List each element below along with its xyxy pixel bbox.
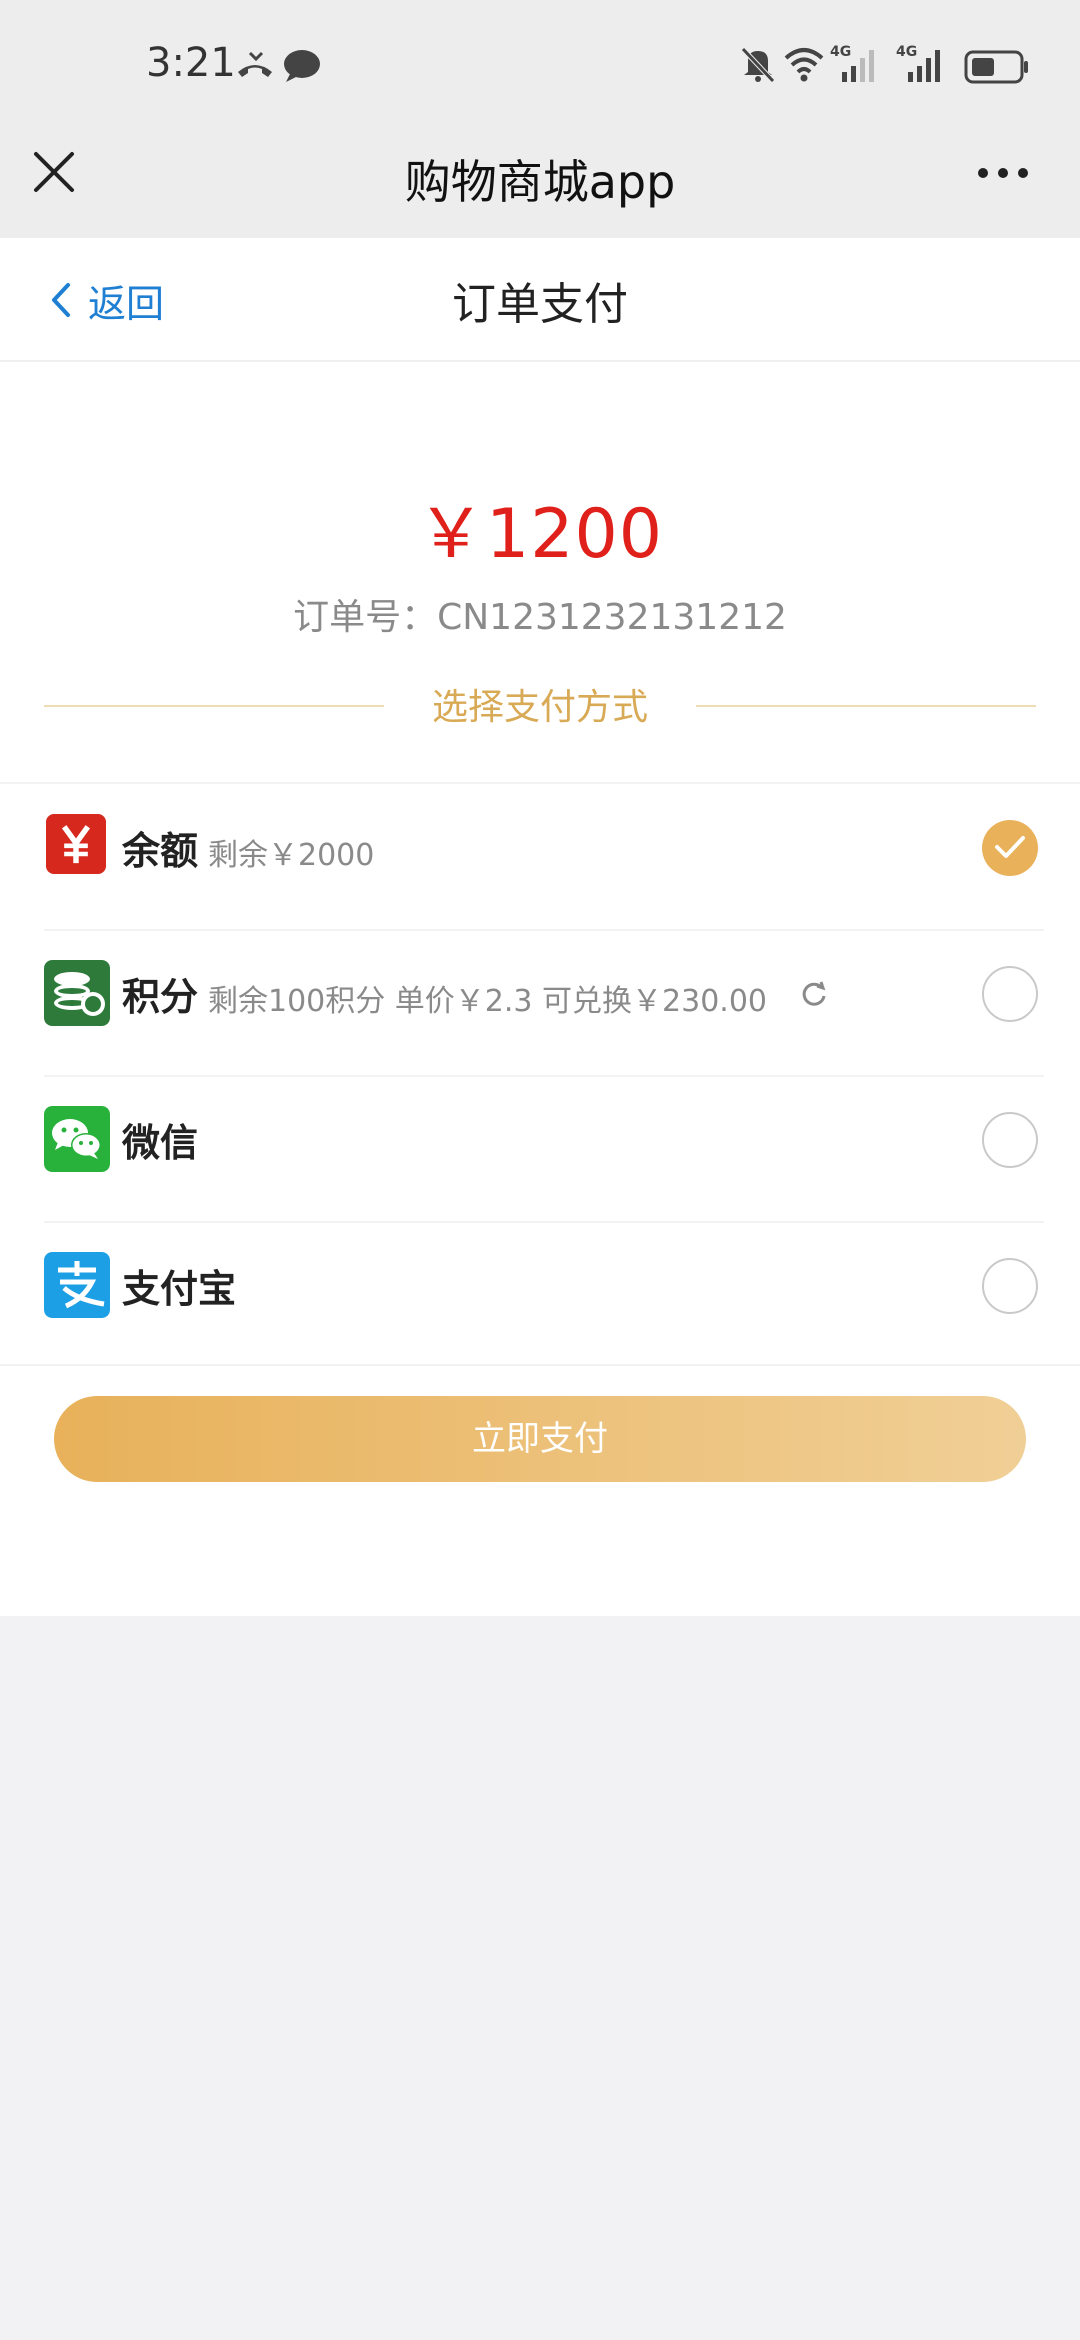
wechat-icon (44, 1106, 110, 1172)
section-title: 选择支付方式 (431, 687, 648, 728)
more-icon[interactable] (976, 166, 1030, 180)
method-desc: 剩余￥2000 (208, 838, 375, 873)
order-number-label: 订单号： (293, 597, 438, 638)
refresh-icon[interactable] (800, 980, 828, 1008)
radio-selected[interactable] (982, 820, 1038, 876)
app-title: 购物商城app (404, 155, 676, 209)
payment-method-balance[interactable]: 余额 剩余￥2000 (44, 784, 1044, 931)
message-icon (284, 50, 320, 82)
radio-unselected[interactable] (982, 966, 1038, 1022)
radio-unselected[interactable] (982, 1258, 1038, 1314)
order-number: 订单号：CN1231232131212 (0, 588, 1080, 640)
battery-icon (964, 50, 1028, 84)
radio-unselected[interactable] (982, 1112, 1038, 1168)
order-amount: ￥1200 (416, 495, 664, 574)
balance-yen-icon (46, 814, 106, 874)
wifi-icon (784, 48, 824, 82)
signal-4g-icon: 4G (830, 44, 890, 84)
payment-method-wechat[interactable]: 微信 (44, 1076, 1044, 1223)
missed-call-icon (238, 51, 272, 77)
screen: 3:21 4G 4G 购物商城app 返回 订单支付 ￥1200 订单号：CN1… (0, 0, 1080, 2340)
page-content: 返回 订单支付 ￥1200 订单号：CN1231232131212 选择支付方式… (0, 238, 1080, 1616)
pay-now-button[interactable]: 立即支付 (54, 1396, 1026, 1482)
alipay-icon (44, 1252, 110, 1318)
method-desc: 剩余100积分 单价￥2.3 可兑换￥230.00 (208, 984, 768, 1019)
payment-methods: 余额 剩余￥2000 积分 剩余100积分 单价￥2.3 可兑换￥230.00 … (0, 782, 1080, 1366)
status-time: 3:21 (146, 40, 236, 86)
nav-bar: 返回 订单支付 (0, 238, 1080, 362)
method-name: 支付宝 (122, 1267, 237, 1311)
check-icon (995, 836, 1025, 858)
signal-4g-icon: 4G (896, 44, 956, 84)
app-header: 购物商城app (0, 130, 1080, 238)
method-name: 积分 (122, 975, 199, 1019)
payment-method-alipay[interactable]: 支付宝 (44, 1222, 1044, 1368)
method-name: 微信 (122, 1121, 199, 1165)
status-bar: 3:21 4G 4G (0, 0, 1080, 130)
page-title: 订单支付 (452, 279, 628, 330)
payment-method-points[interactable]: 积分 剩余100积分 单价￥2.3 可兑换￥230.00 (44, 930, 1044, 1077)
points-coins-icon (44, 960, 110, 1026)
order-number-value: CN1231232131212 (437, 597, 787, 638)
bell-muted-icon (741, 47, 775, 83)
divider-right (696, 705, 1036, 707)
method-name: 余额 (122, 829, 199, 873)
